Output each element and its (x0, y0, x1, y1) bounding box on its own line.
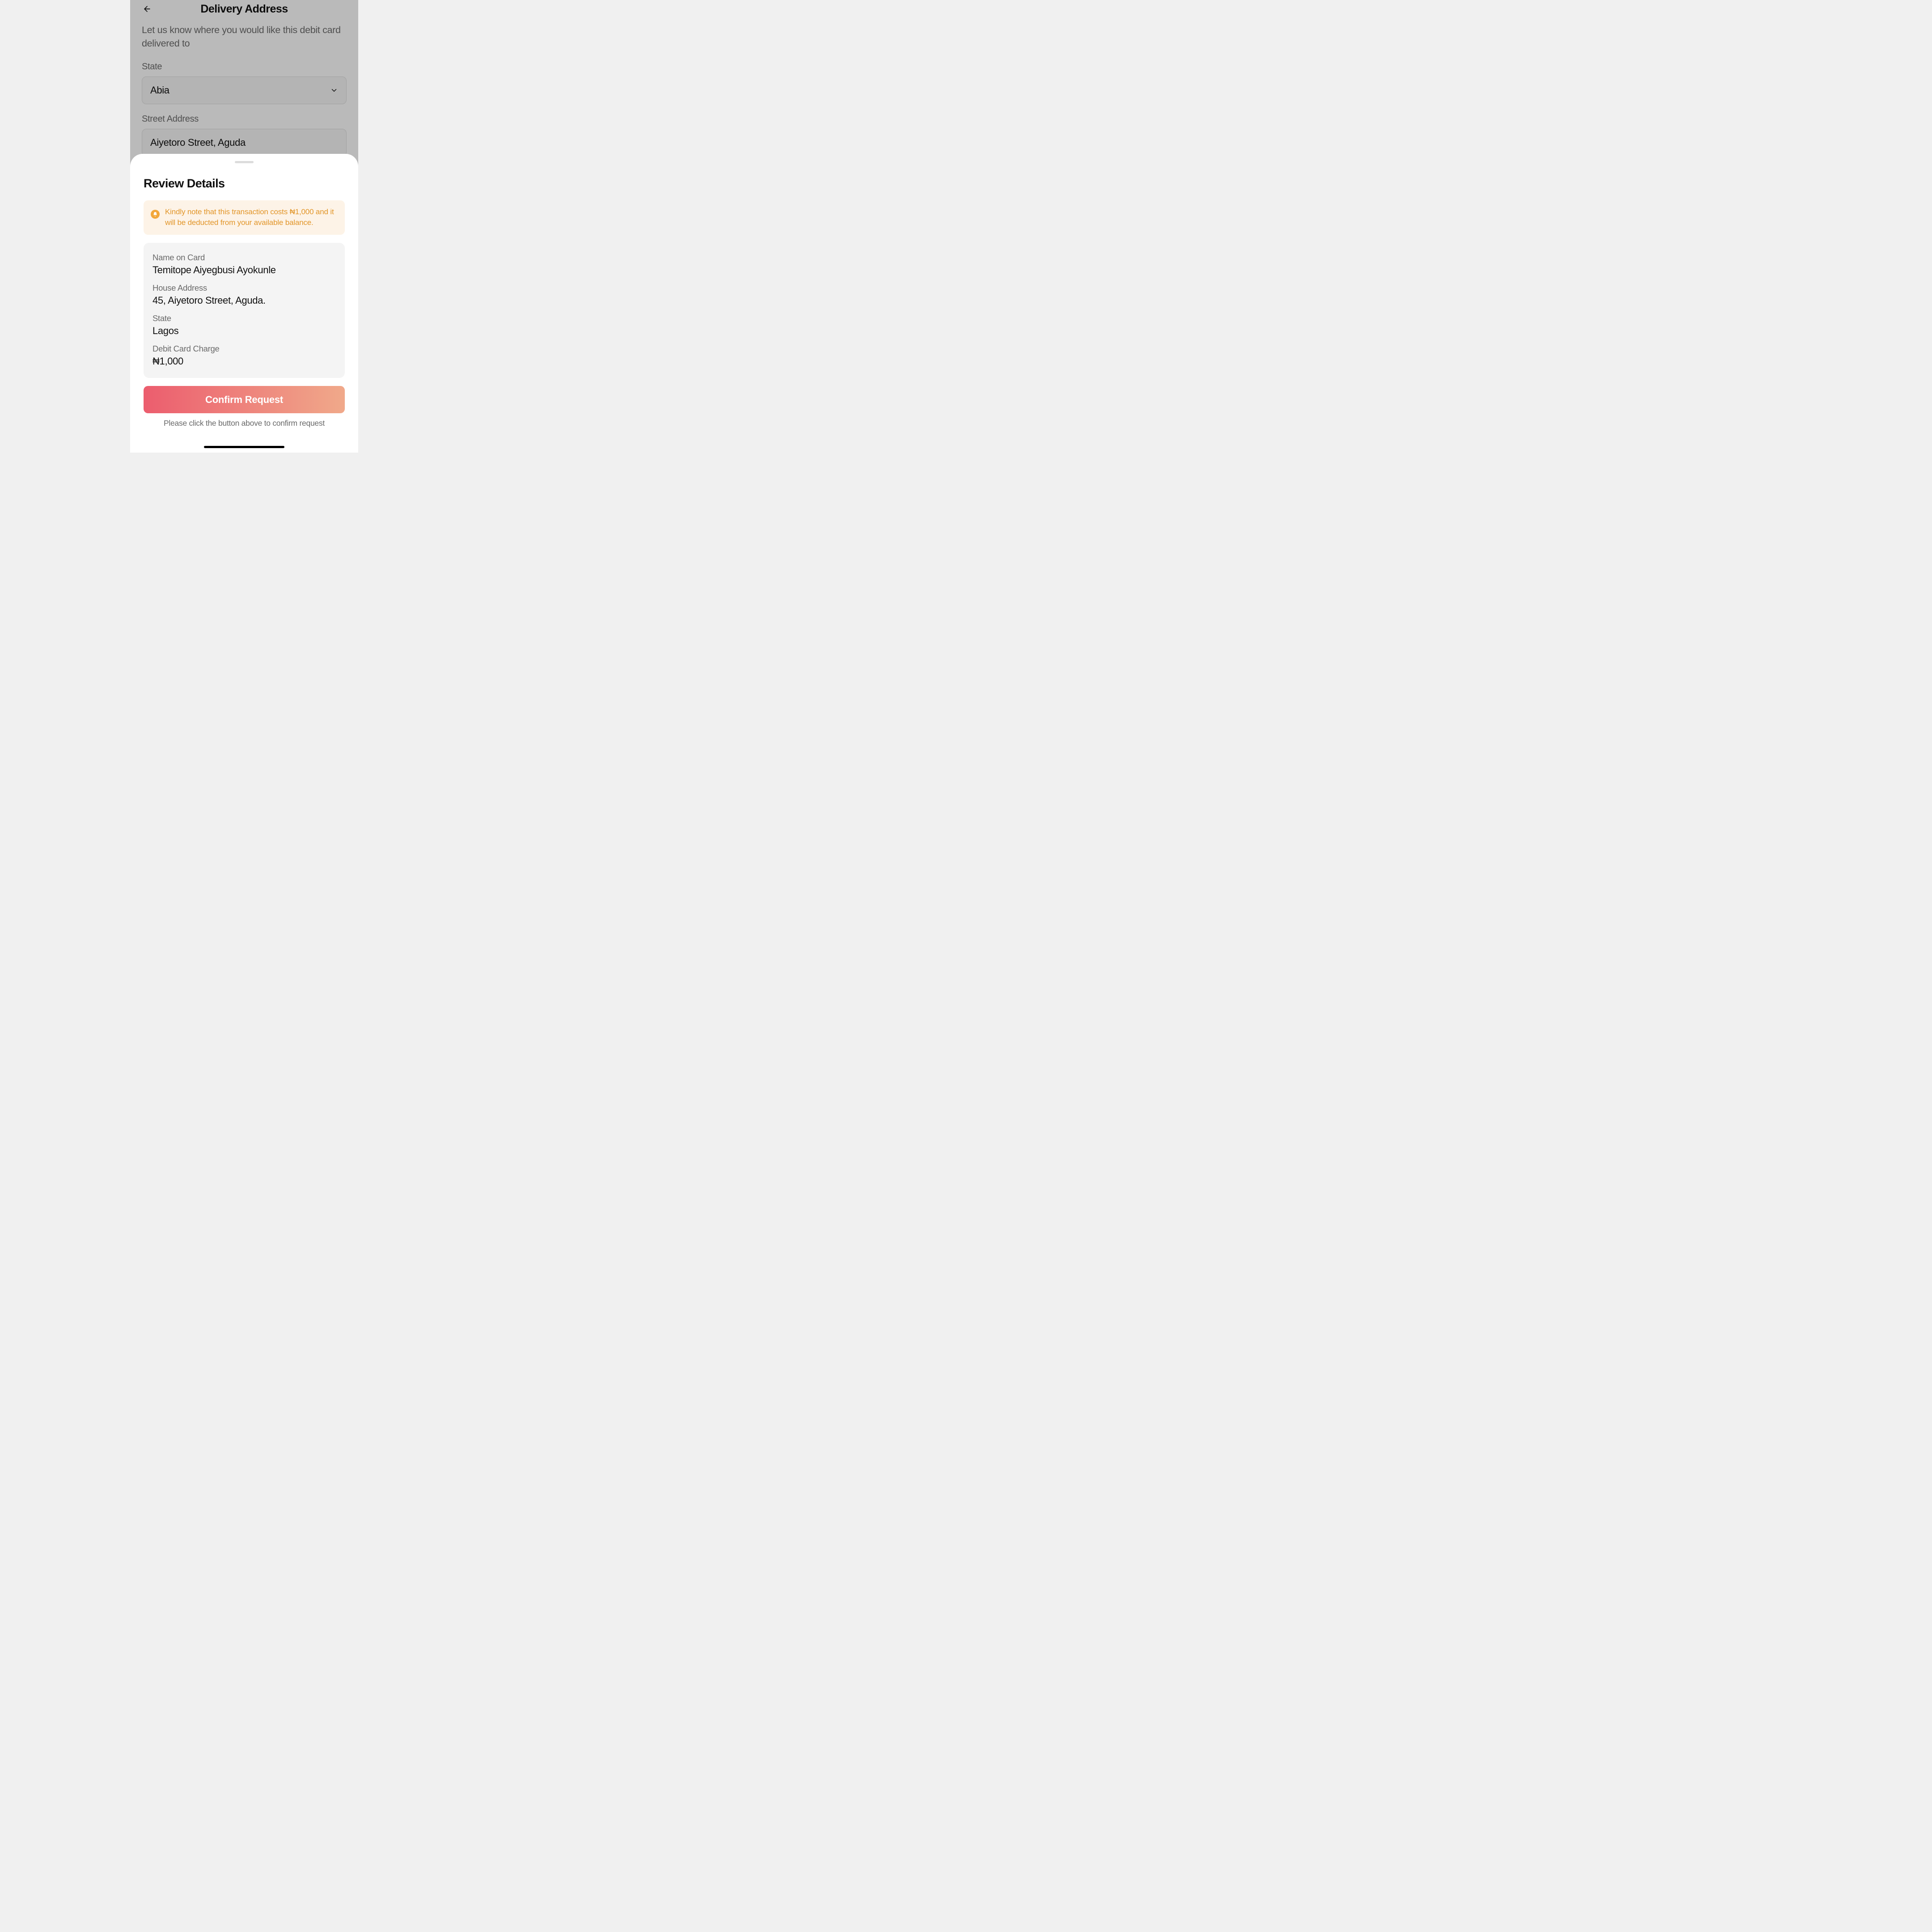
detail-state: State Lagos (153, 314, 336, 337)
home-indicator (204, 446, 284, 448)
confirm-hint: Please click the button above to confirm… (144, 419, 345, 428)
bell-icon (151, 210, 160, 219)
detail-label: Debit Card Charge (153, 344, 336, 354)
review-details-sheet: Review Details Kindly note that this tra… (130, 154, 358, 453)
detail-value: 45, Aiyetoro Street, Aguda. (153, 295, 336, 306)
detail-name-on-card: Name on Card Temitope Aiyegbusi Ayokunle (153, 253, 336, 276)
detail-label: Name on Card (153, 253, 336, 263)
sheet-title: Review Details (144, 177, 345, 191)
detail-debit-charge: Debit Card Charge ₦1,000 (153, 344, 336, 367)
phone-screen: Delivery Address Let us know where you w… (130, 0, 358, 453)
detail-value: Lagos (153, 325, 336, 337)
notice-text: Kindly note that this transaction costs … (165, 207, 338, 229)
detail-value: Temitope Aiyegbusi Ayokunle (153, 264, 336, 276)
detail-house-address: House Address 45, Aiyetoro Street, Aguda… (153, 283, 336, 306)
confirm-request-button[interactable]: Confirm Request (144, 386, 345, 413)
details-card: Name on Card Temitope Aiyegbusi Ayokunle… (144, 243, 345, 378)
transaction-notice: Kindly note that this transaction costs … (144, 200, 345, 235)
detail-label: House Address (153, 283, 336, 293)
detail-value: ₦1,000 (153, 356, 336, 367)
detail-label: State (153, 314, 336, 323)
sheet-handle[interactable] (235, 161, 254, 163)
